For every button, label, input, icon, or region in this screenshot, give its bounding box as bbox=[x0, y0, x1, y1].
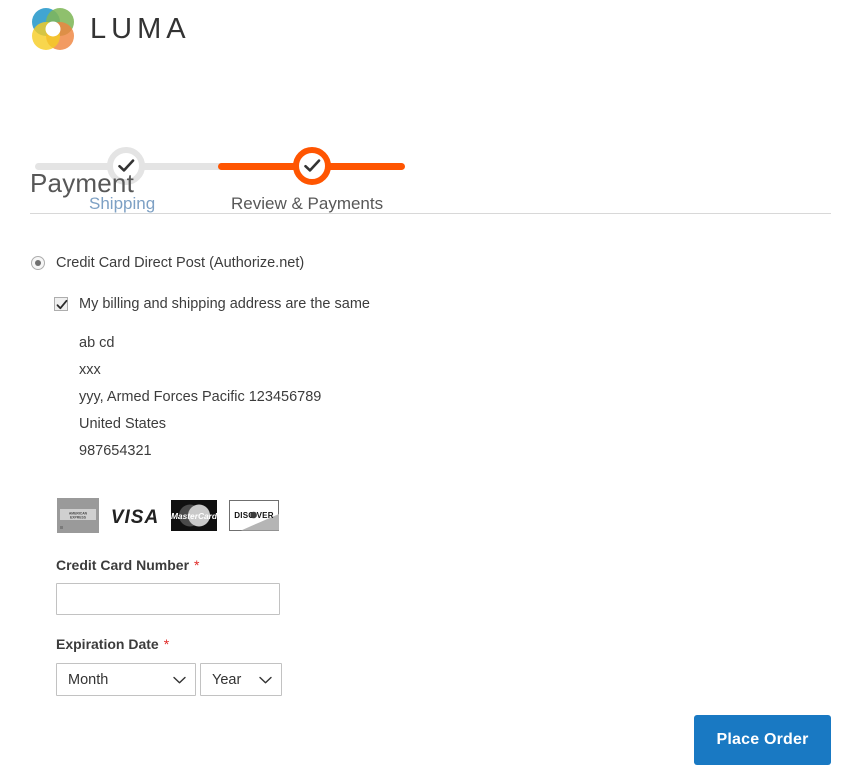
accepted-credit-cards: AMERICAN EXPRESS VISA MasterCard DISC VE… bbox=[57, 498, 279, 533]
place-order-button[interactable]: Place Order bbox=[694, 715, 831, 765]
mastercard-card-icon: MasterCard bbox=[171, 500, 217, 531]
title-divider bbox=[30, 213, 831, 214]
credit-card-number-input[interactable] bbox=[56, 583, 280, 615]
billing-same-as-shipping-row[interactable]: My billing and shipping address are the … bbox=[54, 296, 370, 312]
payment-method-option[interactable]: Credit Card Direct Post (Authorize.net) bbox=[31, 255, 304, 271]
checkout-progress-bar: Shipping Review & Payments bbox=[0, 70, 841, 213]
expiration-year-value: Year bbox=[212, 671, 242, 688]
address-line: 987654321 bbox=[79, 443, 152, 459]
visa-card-icon: VISA bbox=[111, 507, 159, 527]
check-icon bbox=[56, 299, 68, 310]
billing-same-label: My billing and shipping address are the … bbox=[79, 296, 370, 312]
step-label-review-payments: Review & Payments bbox=[231, 194, 384, 213]
svg-text:EXPRESS: EXPRESS bbox=[70, 516, 87, 520]
credit-card-number-label-text: Credit Card Number bbox=[56, 557, 190, 573]
expiration-date-label-text: Expiration Date bbox=[56, 636, 159, 652]
check-icon bbox=[303, 159, 321, 173]
chevron-down-icon bbox=[173, 671, 186, 689]
payment-method-label: Credit Card Direct Post (Authorize.net) bbox=[56, 255, 305, 271]
payment-method-radio[interactable] bbox=[31, 256, 45, 270]
billing-address-block: ab cd xxx yyy, Armed Forces Pacific 1234… bbox=[79, 330, 321, 465]
site-header: LUMA bbox=[30, 6, 191, 52]
discover-card-icon: DISC VER bbox=[229, 500, 279, 531]
svg-text:VISA: VISA bbox=[111, 507, 159, 527]
amex-card-icon: AMERICAN EXPRESS bbox=[57, 498, 99, 533]
chevron-down-icon bbox=[259, 671, 272, 689]
page-title: Payment bbox=[30, 168, 135, 198]
expiration-month-select[interactable]: Month bbox=[56, 663, 196, 696]
billing-same-checkbox[interactable] bbox=[54, 297, 68, 311]
address-line: yyy, Armed Forces Pacific 123456789 bbox=[79, 389, 322, 405]
expiration-year-select[interactable]: Year bbox=[200, 663, 282, 696]
address-line: xxx bbox=[79, 362, 101, 378]
step-review-payments-marker[interactable] bbox=[293, 147, 331, 185]
brand-name: LUMA bbox=[90, 12, 191, 45]
address-line: ab cd bbox=[79, 335, 115, 351]
required-marker: * bbox=[163, 636, 170, 652]
credit-card-number-label: Credit Card Number * bbox=[56, 557, 199, 573]
svg-text:MasterCard: MasterCard bbox=[171, 511, 217, 521]
expiration-month-value: Month bbox=[68, 671, 109, 688]
luma-rings-logo[interactable] bbox=[30, 6, 76, 52]
address-line: United States bbox=[79, 416, 167, 432]
expiration-date-label: Expiration Date * bbox=[56, 636, 169, 652]
required-marker: * bbox=[194, 557, 200, 573]
